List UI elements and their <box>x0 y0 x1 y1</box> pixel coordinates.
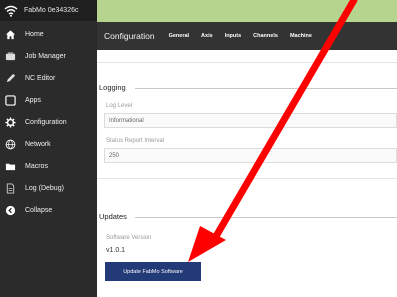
sidebar-item-label: Log (Debug) <box>25 184 64 192</box>
job-manager-icon <box>4 50 16 62</box>
wifi-icon <box>4 5 18 17</box>
logging-section-title: Logging <box>99 83 129 92</box>
sidebar-item-macros[interactable]: Macros <box>0 155 97 177</box>
sidebar-item-label: Macros <box>25 162 48 170</box>
tab-axis[interactable]: Axis <box>201 33 213 39</box>
gear-icon <box>4 116 16 128</box>
sidebar-item-label: Job Manager <box>25 52 66 60</box>
sidebar-item-label: Collapse <box>25 206 53 214</box>
log-level-value: Informational <box>109 117 144 124</box>
tab-machine[interactable]: Machine <box>290 33 312 39</box>
config-panel: Logging Log Level Informational Status R… <box>97 50 397 297</box>
sidebar-item-label: Configuration <box>25 118 67 126</box>
folder-icon <box>4 160 16 172</box>
tab-inputs[interactable]: Inputs <box>225 33 242 39</box>
divider <box>135 88 397 89</box>
sidebar-item-home[interactable]: Home <box>0 23 97 45</box>
sidebar-item-nc-editor[interactable]: NC Editor <box>0 67 97 89</box>
divider <box>97 178 397 179</box>
status-interval-label: Status Report Interval <box>106 138 165 144</box>
log-icon <box>4 182 16 194</box>
sidebar: FabMo 0e34326c Home Job Manager NC Edito… <box>0 0 97 297</box>
status-interval-input[interactable]: 250 <box>104 148 397 163</box>
sidebar-item-job-manager[interactable]: Job Manager <box>0 45 97 67</box>
log-level-select[interactable]: Informational <box>104 113 397 128</box>
collapse-icon <box>4 204 16 216</box>
tab-channels[interactable]: Channels <box>253 33 278 39</box>
sidebar-item-apps[interactable]: Apps <box>0 89 97 111</box>
nc-editor-icon <box>4 72 16 84</box>
sidebar-item-label: NC Editor <box>25 74 56 82</box>
brand-bar: FabMo 0e34326c <box>0 0 97 21</box>
sidebar-item-network[interactable]: Network <box>0 133 97 155</box>
status-interval-value: 250 <box>109 152 120 159</box>
globe-icon <box>4 138 16 150</box>
sidebar-item-configuration[interactable]: Configuration <box>0 111 97 133</box>
sidebar-nav: Home Job Manager NC Editor Apps Configur… <box>0 23 97 221</box>
divider <box>97 62 397 63</box>
sidebar-item-collapse[interactable]: Collapse <box>0 199 97 221</box>
log-level-label: Log Level <box>106 103 133 109</box>
sidebar-item-label: Home <box>25 30 44 38</box>
updates-section-title: Updates <box>99 212 130 221</box>
brand-title: FabMo 0e34326c <box>24 7 79 14</box>
tab-general[interactable]: General <box>169 33 189 39</box>
update-software-button[interactable]: Update FabMo Software <box>105 262 201 281</box>
divider <box>135 217 397 218</box>
config-topbar: Configuration General Axis Inputs Channe… <box>97 22 397 50</box>
sidebar-item-label: Apps <box>25 96 41 104</box>
software-version-label: Software Version <box>106 235 152 241</box>
sidebar-item-label: Network <box>25 140 51 148</box>
sidebar-item-log[interactable]: Log (Debug) <box>0 177 97 199</box>
apps-icon <box>4 94 16 106</box>
software-version-value: v1.0.1 <box>106 247 126 254</box>
home-icon <box>4 28 16 40</box>
page-title: Configuration <box>104 31 155 41</box>
